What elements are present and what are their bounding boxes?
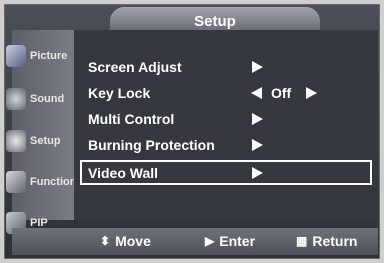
sidebar-item-label: Setup: [30, 135, 61, 147]
right-arrow-icon: [252, 139, 263, 151]
picture-icon: [6, 45, 26, 67]
right-arrow-icon: [252, 113, 263, 125]
menu-item-screen-adjust[interactable]: Screen Adjust: [80, 56, 370, 78]
left-arrow-icon: [251, 87, 262, 99]
menu-item-label: Burning Protection: [88, 137, 215, 153]
sidebar-item-sound[interactable]: Sound: [6, 85, 64, 113]
menu-item-label: Multi Control: [88, 111, 175, 127]
move-hint: ⬍ Move: [100, 233, 151, 249]
sidebar-item-label: Function: [30, 176, 77, 188]
enter-label: Enter: [219, 233, 256, 249]
menu-item-key-lock[interactable]: Key Lock Off: [80, 82, 370, 104]
up-down-arrow-icon: ⬍: [100, 234, 111, 248]
return-hint: ▦ Return: [296, 233, 357, 249]
menu-item-multi-control[interactable]: Multi Control: [80, 108, 370, 130]
menu-item-burning-protection[interactable]: Burning Protection: [80, 134, 370, 156]
enter-icon: ▶: [205, 234, 215, 248]
sidebar-item-label: Picture: [30, 50, 68, 62]
function-icon: [6, 171, 26, 193]
sidebar-item-picture[interactable]: Picture: [6, 42, 68, 70]
sidebar-item-setup[interactable]: Setup: [6, 127, 64, 155]
right-arrow-icon: [252, 167, 263, 179]
enter-hint: ▶ Enter: [205, 233, 255, 249]
menu-item-value: Off: [271, 85, 292, 101]
menu-item-label: Key Lock: [88, 85, 151, 101]
right-arrow-icon: [306, 87, 317, 99]
setup-icon: [6, 130, 26, 152]
menu-item-video-wall[interactable]: Video Wall: [80, 160, 372, 185]
menu-title: Setup: [194, 13, 236, 30]
menu-item-label: Screen Adjust: [88, 59, 182, 75]
return-label: Return: [312, 233, 358, 249]
menu-item-label: Video Wall: [88, 165, 159, 181]
sidebar-item-label: Sound: [30, 93, 65, 105]
sidebar-item-function[interactable]: Function: [6, 168, 76, 196]
return-icon: ▦: [296, 234, 308, 248]
right-arrow-icon: [252, 61, 263, 73]
move-label: Move: [115, 233, 151, 249]
sound-icon: [6, 88, 26, 110]
